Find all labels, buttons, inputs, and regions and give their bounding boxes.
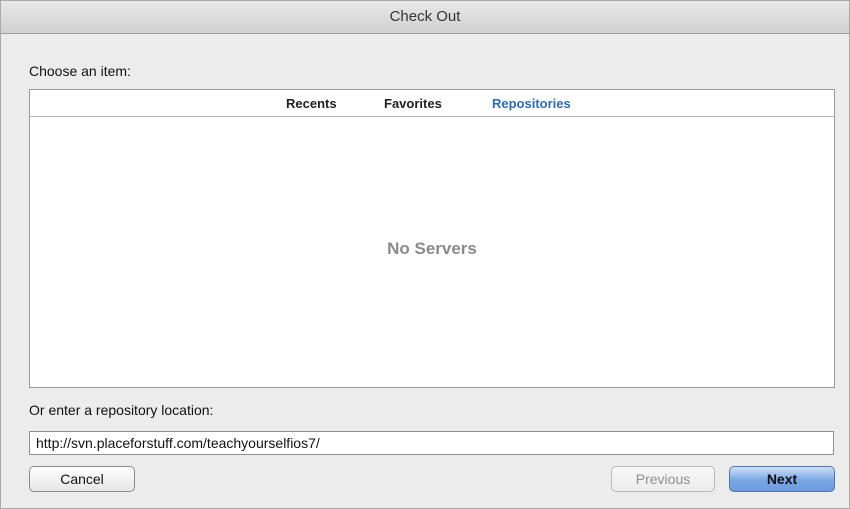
next-button[interactable]: Next — [729, 466, 835, 492]
tab-recents[interactable]: Recents — [286, 96, 337, 111]
tab-favorites[interactable]: Favorites — [384, 96, 442, 111]
item-browser: Recents Favorites Repositories No Server… — [29, 89, 835, 388]
browser-tab-bar: Recents Favorites Repositories — [30, 90, 834, 117]
window-title: Check Out — [1, 1, 849, 34]
previous-button[interactable]: Previous — [611, 466, 715, 492]
choose-item-label: Choose an item: — [29, 63, 131, 79]
repository-location-label: Or enter a repository location: — [29, 402, 214, 418]
repository-location-input[interactable] — [29, 431, 834, 455]
cancel-button[interactable]: Cancel — [29, 466, 135, 492]
tab-repositories[interactable]: Repositories — [492, 96, 571, 111]
check-out-dialog: Check Out Choose an item: Recents Favori… — [0, 0, 850, 509]
empty-list-message: No Servers — [387, 239, 477, 258]
